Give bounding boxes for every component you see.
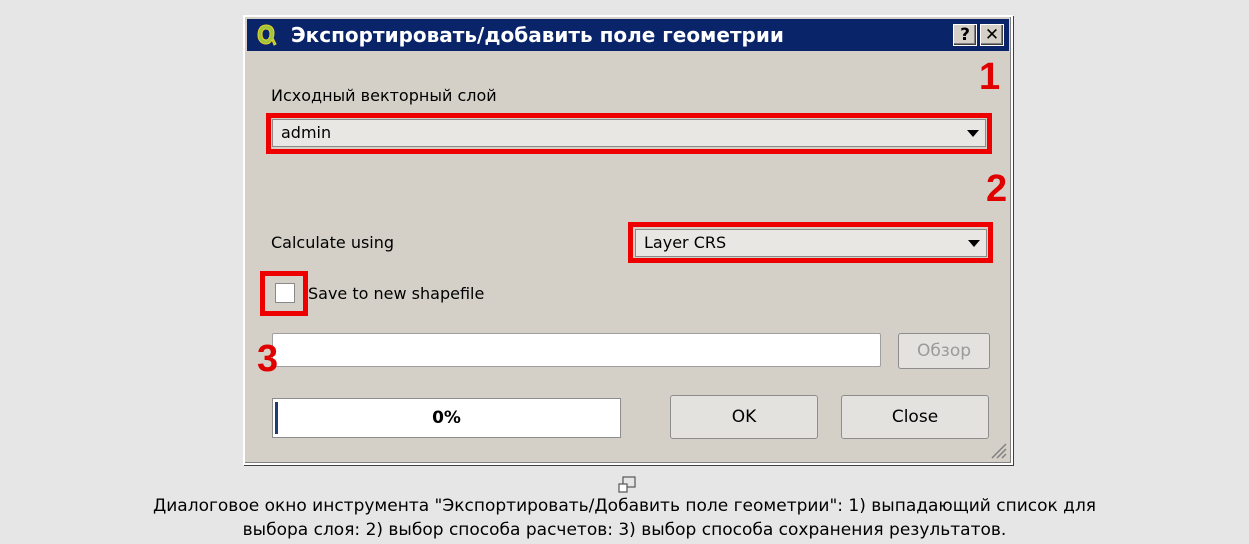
output-path-input[interactable]: [272, 333, 881, 367]
highlight-box-2: [628, 222, 993, 263]
annotation-marker-2: 2: [986, 168, 1008, 210]
expand-image-icon[interactable]: [617, 475, 637, 495]
caption-line-1: Диалоговое окно инструмента "Экспортиров…: [152, 496, 1097, 516]
highlight-box-1: [266, 113, 992, 154]
annotation-marker-3: 3: [257, 338, 279, 380]
resize-grip-icon[interactable]: [988, 440, 1008, 460]
save-shapefile-label[interactable]: Save to new shapefile: [308, 284, 484, 303]
source-layer-label: Исходный векторный слой: [271, 86, 497, 105]
close-button[interactable]: Close: [841, 395, 989, 439]
dialog-titlebar[interactable]: Экспортировать/добавить поле геометрии ?…: [247, 19, 1009, 51]
calculate-using-label: Calculate using: [271, 233, 395, 252]
caption-line-2: выбора слоя: 2) выбор способа расчетов: …: [242, 520, 1007, 540]
progress-text: 0%: [432, 408, 461, 428]
highlight-box-3: [260, 271, 308, 316]
ok-button[interactable]: OK: [670, 395, 818, 439]
progress-bar: 0%: [272, 398, 621, 438]
qgis-icon: [257, 24, 277, 46]
browse-button[interactable]: Обзор: [898, 333, 990, 369]
figure-caption: Диалоговое окно инструмента "Экспортиров…: [0, 494, 1249, 542]
annotation-marker-1: 1: [979, 56, 1001, 98]
dialog-title: Экспортировать/добавить поле геометрии: [291, 23, 784, 47]
close-window-button[interactable]: ✕: [980, 24, 1004, 46]
help-button[interactable]: ?: [953, 24, 977, 46]
